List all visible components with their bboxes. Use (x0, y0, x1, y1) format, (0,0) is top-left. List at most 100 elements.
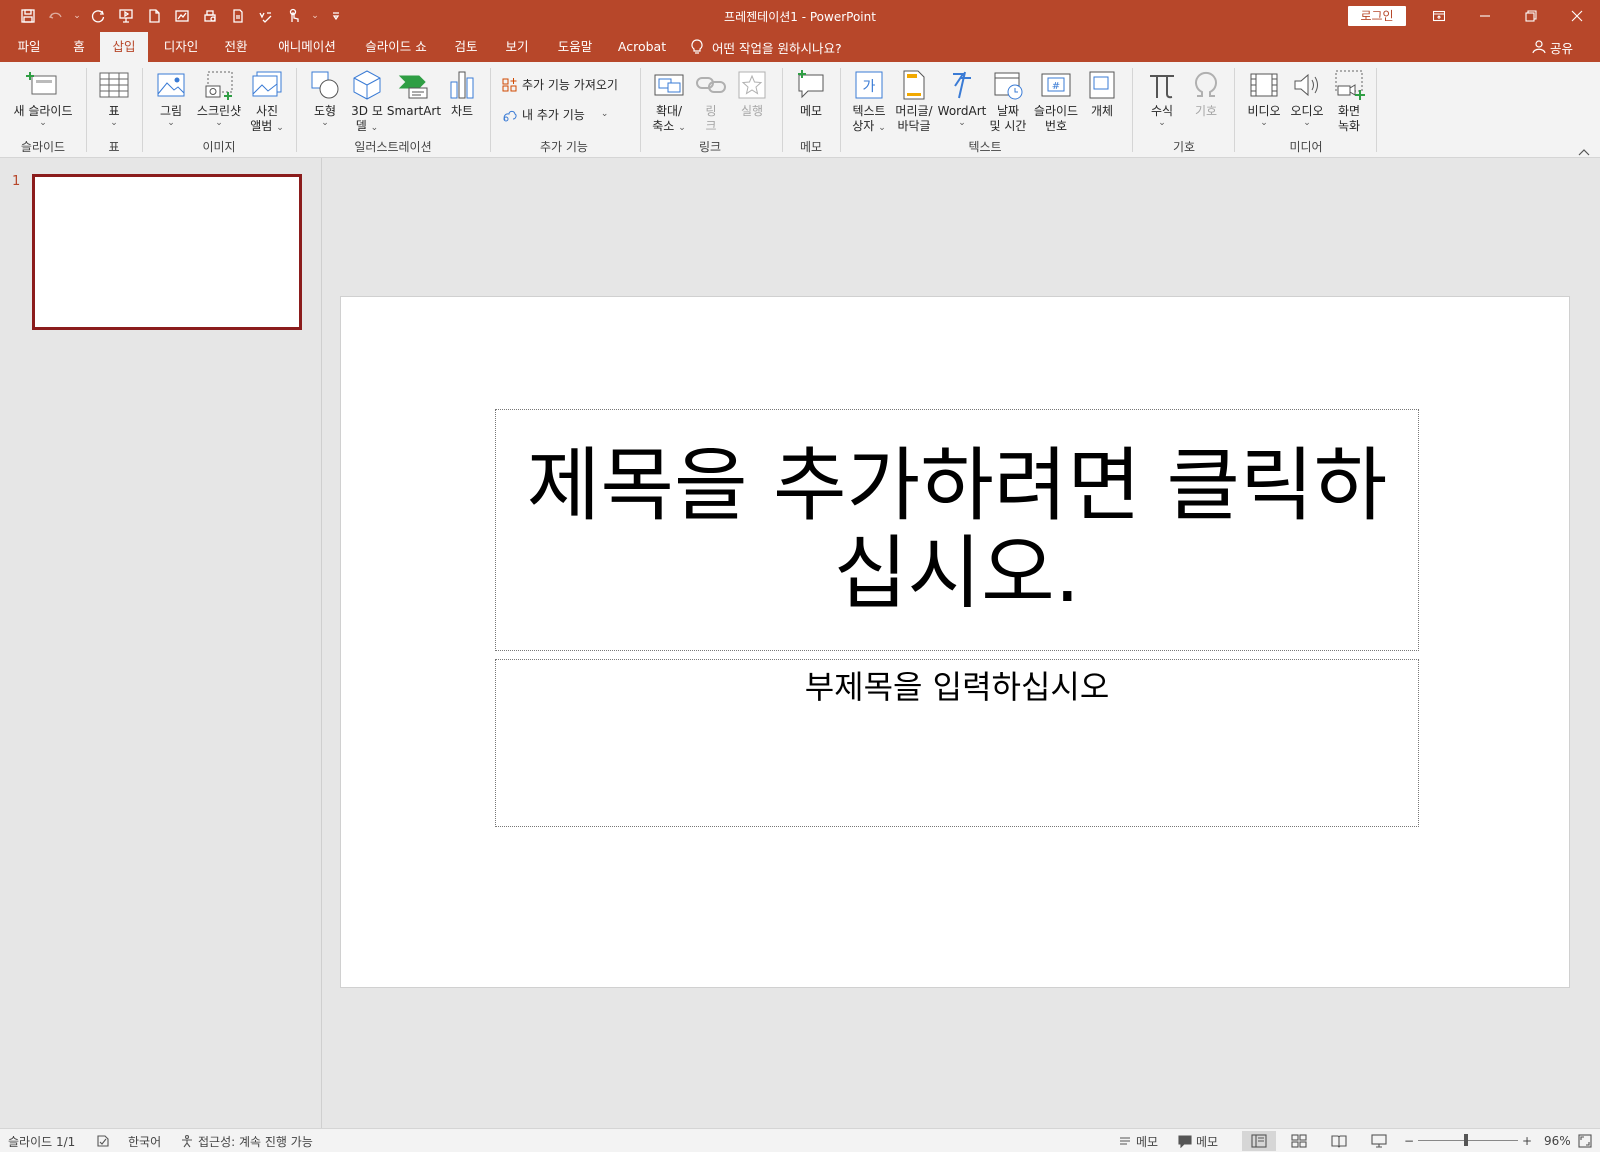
slide-thumbnail[interactable] (32, 174, 302, 330)
tab-transitions[interactable]: 전환 (214, 32, 258, 62)
comments-button[interactable]: 메모 (1178, 1129, 1218, 1152)
screen-recording-icon (1332, 68, 1366, 102)
collapse-ribbon-icon[interactable] (1578, 145, 1590, 156)
3d-models-button[interactable]: 3D 모 델 ⌄ (346, 68, 388, 134)
new-slide-button[interactable]: 새 슬라이드 ⌄ (8, 68, 78, 128)
chevron-down-icon: ⌄ (958, 118, 966, 128)
slideshow-icon (1371, 1134, 1387, 1148)
comment-button[interactable]: 메모 (790, 68, 832, 119)
ribbon-display-options-icon[interactable] (1416, 0, 1462, 32)
comment-bubble-icon (1178, 1135, 1192, 1148)
share-button[interactable]: 공유 (1532, 32, 1573, 62)
title-placeholder-text: 제목을 추가하려면 클릭하십시오. (526, 439, 1388, 620)
slide-number-icon: # (1039, 68, 1073, 102)
chevron-down-icon: ⌄ (167, 118, 175, 128)
tab-insert[interactable]: 삽입 (100, 32, 148, 62)
svg-text:#: # (1052, 81, 1060, 92)
tell-me-search[interactable]: 어떤 작업을 원하시나요? (690, 32, 842, 62)
group-label-text: 텍스트 (968, 140, 1002, 154)
symbol-button[interactable]: 기호 (1184, 68, 1228, 119)
zoom-out-button[interactable]: − (1404, 1129, 1414, 1152)
audio-button[interactable]: 오디오 ⌄ (1286, 68, 1328, 128)
screenshot-button[interactable]: 스크린샷 ⌄ (192, 68, 246, 128)
slide-thumbnail-number: 1 (12, 174, 21, 189)
object-button[interactable]: 개체 (1082, 68, 1122, 119)
close-icon[interactable] (1554, 0, 1600, 32)
tab-file[interactable]: 파일 (8, 32, 50, 62)
share-label: 공유 (1550, 40, 1574, 56)
video-button[interactable]: 비디오 ⌄ (1242, 68, 1286, 128)
shapes-icon (308, 68, 342, 102)
text-box-button[interactable]: 가 텍스트 상자 ⌄ (848, 68, 890, 134)
chevron-down-icon: ⌄ (321, 118, 329, 128)
chart-button[interactable]: 차트 (442, 68, 482, 119)
title-placeholder[interactable]: 제목을 추가하려면 클릭하십시오. (495, 409, 1419, 651)
comment-icon (794, 68, 828, 102)
slideshow-view-button[interactable] (1362, 1131, 1396, 1151)
header-footer-button[interactable]: 머리글/ 바닥글 (890, 68, 938, 134)
slide-thumbnail-pane: 1 (0, 158, 322, 1128)
bar-chart-icon (445, 68, 479, 102)
notes-icon (1120, 1137, 1130, 1145)
tab-animations[interactable]: 애니메이션 (268, 32, 346, 62)
zoom-slider-track[interactable] (1418, 1140, 1518, 1141)
smartart-button[interactable]: SmartArt (387, 68, 441, 119)
pi-icon (1145, 68, 1179, 102)
screen-recording-button[interactable]: 화면 녹화 (1328, 68, 1370, 134)
title-bar: ⌄ ⌄ 프레젠테이션1 - PowerPoint 로그인 (0, 0, 1600, 32)
my-addins-icon (503, 110, 517, 121)
photo-album-button[interactable]: 사진 앨범 ⌄ (246, 68, 288, 134)
text-box-icon: 가 (852, 68, 886, 102)
zoom-slider-thumb[interactable] (1464, 1134, 1468, 1146)
header-footer-icon (897, 68, 931, 102)
tab-home[interactable]: 홈 (62, 32, 96, 62)
tab-view[interactable]: 보기 (496, 32, 538, 62)
language-indicator[interactable]: 한국어 (128, 1129, 161, 1152)
fit-to-window-button[interactable] (1578, 1129, 1592, 1152)
picture-button[interactable]: 그림 ⌄ (150, 68, 192, 128)
minimize-icon[interactable] (1462, 0, 1508, 32)
zoom-level[interactable]: 96% (1544, 1129, 1571, 1152)
slide-sorter-icon (1291, 1134, 1307, 1148)
slide-counter: 슬라이드 1/1 (8, 1134, 76, 1149)
fit-to-window-icon (1578, 1134, 1592, 1148)
slide-canvas[interactable]: 제목을 추가하려면 클릭하십시오. 부제목을 입력하십시오 (340, 296, 1570, 988)
link-button[interactable]: 링 크 (690, 68, 732, 134)
slide-sorter-view-button[interactable] (1282, 1131, 1316, 1151)
slide-number-button[interactable]: # 슬라이드 번호 (1030, 68, 1082, 134)
wordart-button[interactable]: WordArt ⌄ (938, 68, 986, 128)
accessibility-status[interactable]: 접근성: 계속 진행 가능 (180, 1129, 313, 1152)
chevron-down-icon: ⌄ (110, 118, 118, 128)
omega-icon (1189, 68, 1223, 102)
tab-design[interactable]: 디자인 (156, 32, 206, 62)
normal-view-button[interactable] (1242, 1131, 1276, 1151)
shapes-button[interactable]: 도형 ⌄ (304, 68, 346, 128)
subtitle-placeholder-text: 부제목을 입력하십시오 (804, 668, 1110, 706)
subtitle-placeholder[interactable]: 부제목을 입력하십시오 (495, 659, 1419, 827)
zoom-link-button[interactable]: 확대/ 축소 ⌄ (648, 68, 690, 134)
zoom-in-button[interactable]: + (1522, 1129, 1532, 1152)
login-button[interactable]: 로그인 (1348, 6, 1406, 26)
table-button[interactable]: 표 ⌄ (94, 68, 134, 128)
screenshot-icon (202, 68, 236, 102)
notes-button[interactable]: 메모 (1118, 1129, 1158, 1152)
group-label-tables: 표 (108, 140, 120, 154)
ribbon-tabs: 파일 홈 삽입 디자인 전환 애니메이션 슬라이드 쇼 검토 보기 도움말 Ac… (0, 32, 1600, 62)
tab-review[interactable]: 검토 (446, 32, 486, 62)
my-addins-button[interactable]: 내 추가 기능 ⌄ (502, 106, 608, 123)
date-time-button[interactable]: 날짜 및 시간 (986, 68, 1030, 134)
normal-view-icon (1251, 1134, 1267, 1148)
equation-button[interactable]: 수식 ⌄ (1140, 68, 1184, 128)
chevron-down-icon: ⌄ (1260, 118, 1268, 128)
tab-help[interactable]: 도움말 (548, 32, 602, 62)
restore-icon[interactable] (1508, 0, 1554, 32)
store-icon (502, 77, 517, 91)
chevron-down-icon: ⌄ (39, 118, 47, 128)
reading-view-button[interactable] (1322, 1131, 1356, 1151)
smartart-icon (397, 68, 431, 102)
action-button[interactable]: 실행 (732, 68, 772, 119)
spelling-status-icon[interactable] (96, 1129, 110, 1152)
tab-acrobat[interactable]: Acrobat (612, 32, 672, 62)
get-addins-button[interactable]: 추가 기능 가져오기 (502, 76, 618, 93)
tab-slideshow[interactable]: 슬라이드 쇼 (356, 32, 436, 62)
